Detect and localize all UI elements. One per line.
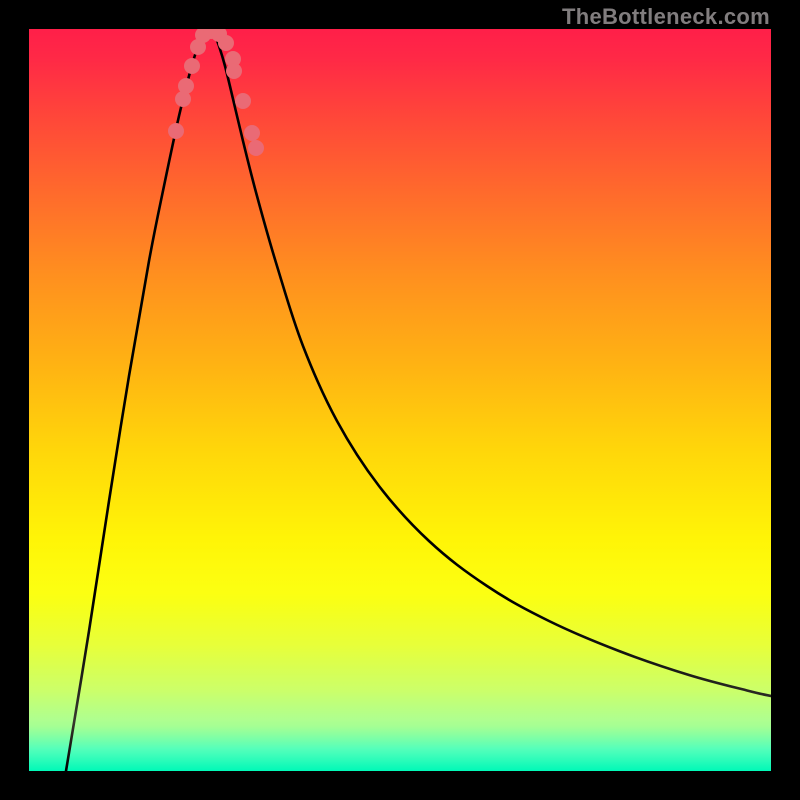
cluster-point <box>184 58 200 74</box>
cluster-point <box>168 123 184 139</box>
curve-layer <box>29 29 771 771</box>
cluster-point <box>178 78 194 94</box>
cluster-point <box>244 125 260 141</box>
plot-area <box>29 29 771 771</box>
cluster-point <box>248 140 264 156</box>
cluster-point <box>226 63 242 79</box>
cluster-points <box>168 29 264 156</box>
chart-frame: TheBottleneck.com <box>0 0 800 800</box>
watermark-text: TheBottleneck.com <box>562 4 770 30</box>
cluster-point <box>218 35 234 51</box>
cluster-point <box>235 93 251 109</box>
bottleneck-curve <box>66 30 771 771</box>
